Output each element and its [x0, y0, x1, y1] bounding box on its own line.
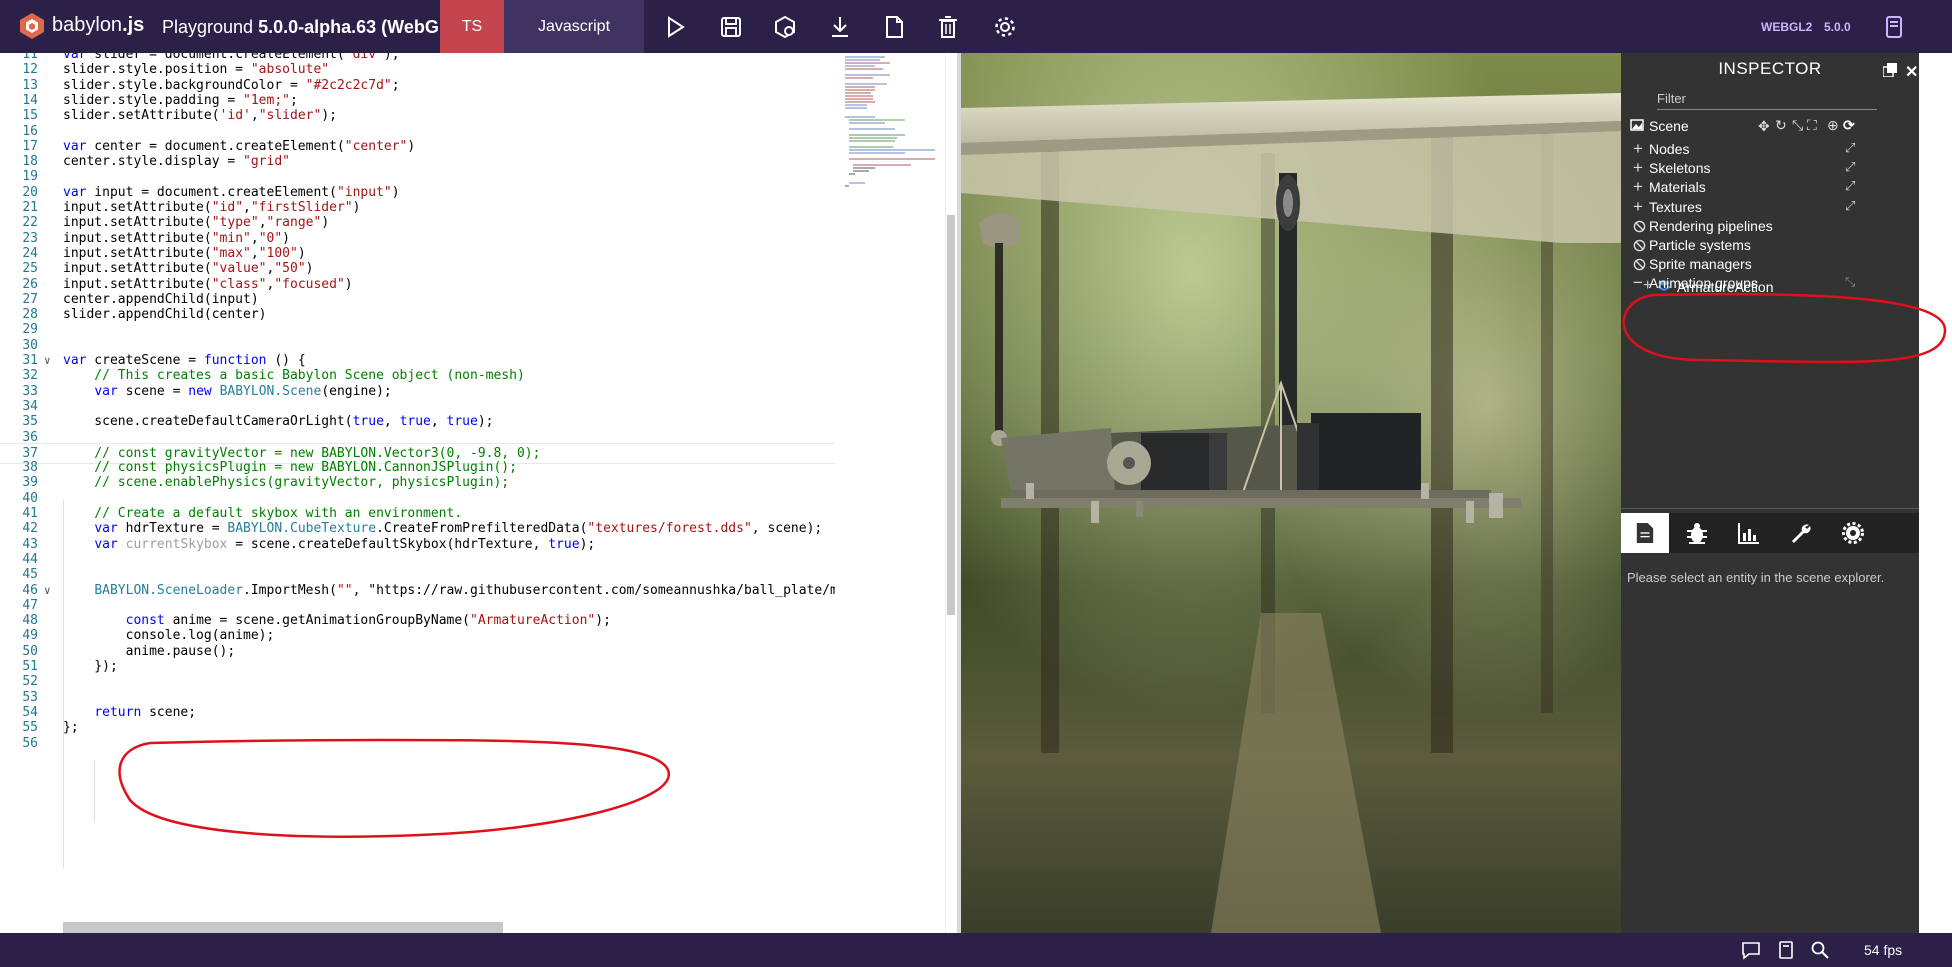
- collapse-minus-icon: −: [1633, 273, 1643, 293]
- tools-tab[interactable]: [1777, 513, 1825, 553]
- top-bar: babylon.js Playground 5.0.0-alpha.63 (We…: [0, 0, 1952, 53]
- inspector-toggle-icon[interactable]: [772, 14, 798, 40]
- code-line[interactable]: 56: [0, 734, 835, 753]
- expand-all-icon[interactable]: ⤢: [1845, 159, 1855, 175]
- expand-all-icon[interactable]: ⤢: [1845, 198, 1855, 214]
- select-entity-message: Please select an entity in the scene exp…: [1627, 570, 1885, 585]
- wrench-icon: [1792, 524, 1811, 543]
- expand-plus-icon: +: [1633, 139, 1643, 158]
- fps-counter: 54 fps: [1864, 942, 1903, 958]
- clear-icon[interactable]: [935, 14, 961, 40]
- tree-item-materials[interactable]: + Materials ⤢: [1621, 177, 1919, 197]
- scene-row[interactable]: Scene ✥ ↻ ⤡ ⛶ ⊕ ⟳: [1621, 115, 1919, 137]
- properties-tab[interactable]: [1621, 513, 1669, 553]
- babylon-logo-icon[interactable]: [18, 12, 46, 40]
- bottom-bar: 54 fps: [0, 933, 1952, 967]
- brand-name: babylon.js: [52, 14, 145, 36]
- expand-plus-icon: +: [1633, 158, 1643, 178]
- search-icon[interactable]: [1810, 940, 1830, 960]
- engine-label[interactable]: WEBGL2: [1761, 20, 1812, 34]
- disabled-icon: [1633, 216, 1646, 236]
- settings-gear-icon[interactable]: [992, 14, 1018, 40]
- version-label[interactable]: 5.0.0: [1824, 20, 1851, 34]
- chart-icon: [1738, 523, 1759, 544]
- filter-input[interactable]: Filter: [1657, 91, 1877, 110]
- examples-icon[interactable]: [1881, 14, 1907, 40]
- code-minimap[interactable]: [835, 53, 945, 933]
- gizmo-scale-icon[interactable]: ⤡: [1792, 117, 1803, 134]
- tree-item-sprite-managers[interactable]: Sprite managers: [1621, 254, 1919, 274]
- gizmo-rotate-icon[interactable]: ↻: [1775, 117, 1787, 134]
- gizmo-translate-icon[interactable]: ✥: [1758, 118, 1770, 135]
- playground-title: Playground 5.0.0-alpha.63 (WebGL2): [162, 17, 466, 37]
- tree-item-nodes[interactable]: + Nodes ⤢: [1621, 139, 1919, 159]
- download-icon[interactable]: [827, 14, 853, 40]
- new-file-icon[interactable]: [881, 14, 907, 40]
- scene-icon: [1630, 118, 1644, 135]
- inspector-panel: INSPECTOR ✕ Filter Scene ✥ ↻ ⤡ ⛶ ⊕ ⟳ + A…: [1621, 53, 1919, 933]
- popout-icon[interactable]: [1882, 63, 1897, 78]
- tab-javascript[interactable]: Javascript: [504, 0, 644, 53]
- refresh-icon[interactable]: ⟳: [1843, 117, 1855, 134]
- expand-all-icon[interactable]: ⤢: [1845, 178, 1855, 194]
- gizmo-bounding-icon[interactable]: ⛶: [1807, 117, 1817, 134]
- inspector-tools-bar: [1621, 513, 1919, 553]
- save-icon[interactable]: [718, 14, 744, 40]
- expand-plus-icon: +: [1633, 177, 1643, 197]
- tree-item-particle-systems[interactable]: Particle systems: [1621, 235, 1919, 255]
- render-canvas[interactable]: [961, 53, 1621, 933]
- chat-icon[interactable]: [1741, 940, 1761, 960]
- tree-item-label: Animation groups: [1649, 275, 1758, 292]
- tree-item-animation-groups[interactable]: − Animation groups ⤡: [1621, 273, 1919, 293]
- tree-item-textures[interactable]: + Textures ⤢: [1621, 197, 1919, 217]
- right-gutter: [1919, 53, 1952, 933]
- scene-label: Scene: [1649, 118, 1689, 134]
- expand-all-icon[interactable]: ⤡: [1845, 274, 1855, 290]
- tree-item-skeletons[interactable]: + Skeletons ⤢: [1621, 158, 1919, 178]
- run-icon[interactable]: [662, 14, 688, 40]
- gear-icon: [1842, 522, 1864, 544]
- statistics-tab[interactable]: [1725, 513, 1773, 553]
- settings-tab[interactable]: [1829, 513, 1877, 553]
- editor-horizontal-scroll-thumb[interactable]: [63, 922, 503, 933]
- close-icon[interactable]: ✕: [1905, 62, 1918, 82]
- gizmo-pick-icon[interactable]: ⊕: [1827, 117, 1839, 134]
- expand-all-icon[interactable]: ⤢: [1845, 140, 1855, 156]
- debug-tab[interactable]: [1673, 513, 1721, 553]
- forest-scene-render: [961, 53, 1621, 933]
- disabled-icon: [1633, 235, 1646, 255]
- expand-plus-icon: +: [1633, 196, 1643, 216]
- tab-typescript[interactable]: TS: [440, 0, 504, 53]
- tree-item-rendering-pipelines[interactable]: Rendering pipelines: [1621, 216, 1919, 236]
- document-icon: [1636, 523, 1654, 543]
- examples-book-icon[interactable]: [1776, 940, 1796, 960]
- code-editor[interactable]: 11 var slider = document.createElement("d…: [0, 53, 835, 933]
- editor-vertical-scroll-thumb[interactable]: [947, 215, 955, 615]
- bug-icon: [1687, 523, 1707, 544]
- disabled-icon: [1633, 254, 1646, 274]
- line-number: 56: [22, 735, 38, 751]
- inspector-title: INSPECTOR: [1718, 59, 1822, 78]
